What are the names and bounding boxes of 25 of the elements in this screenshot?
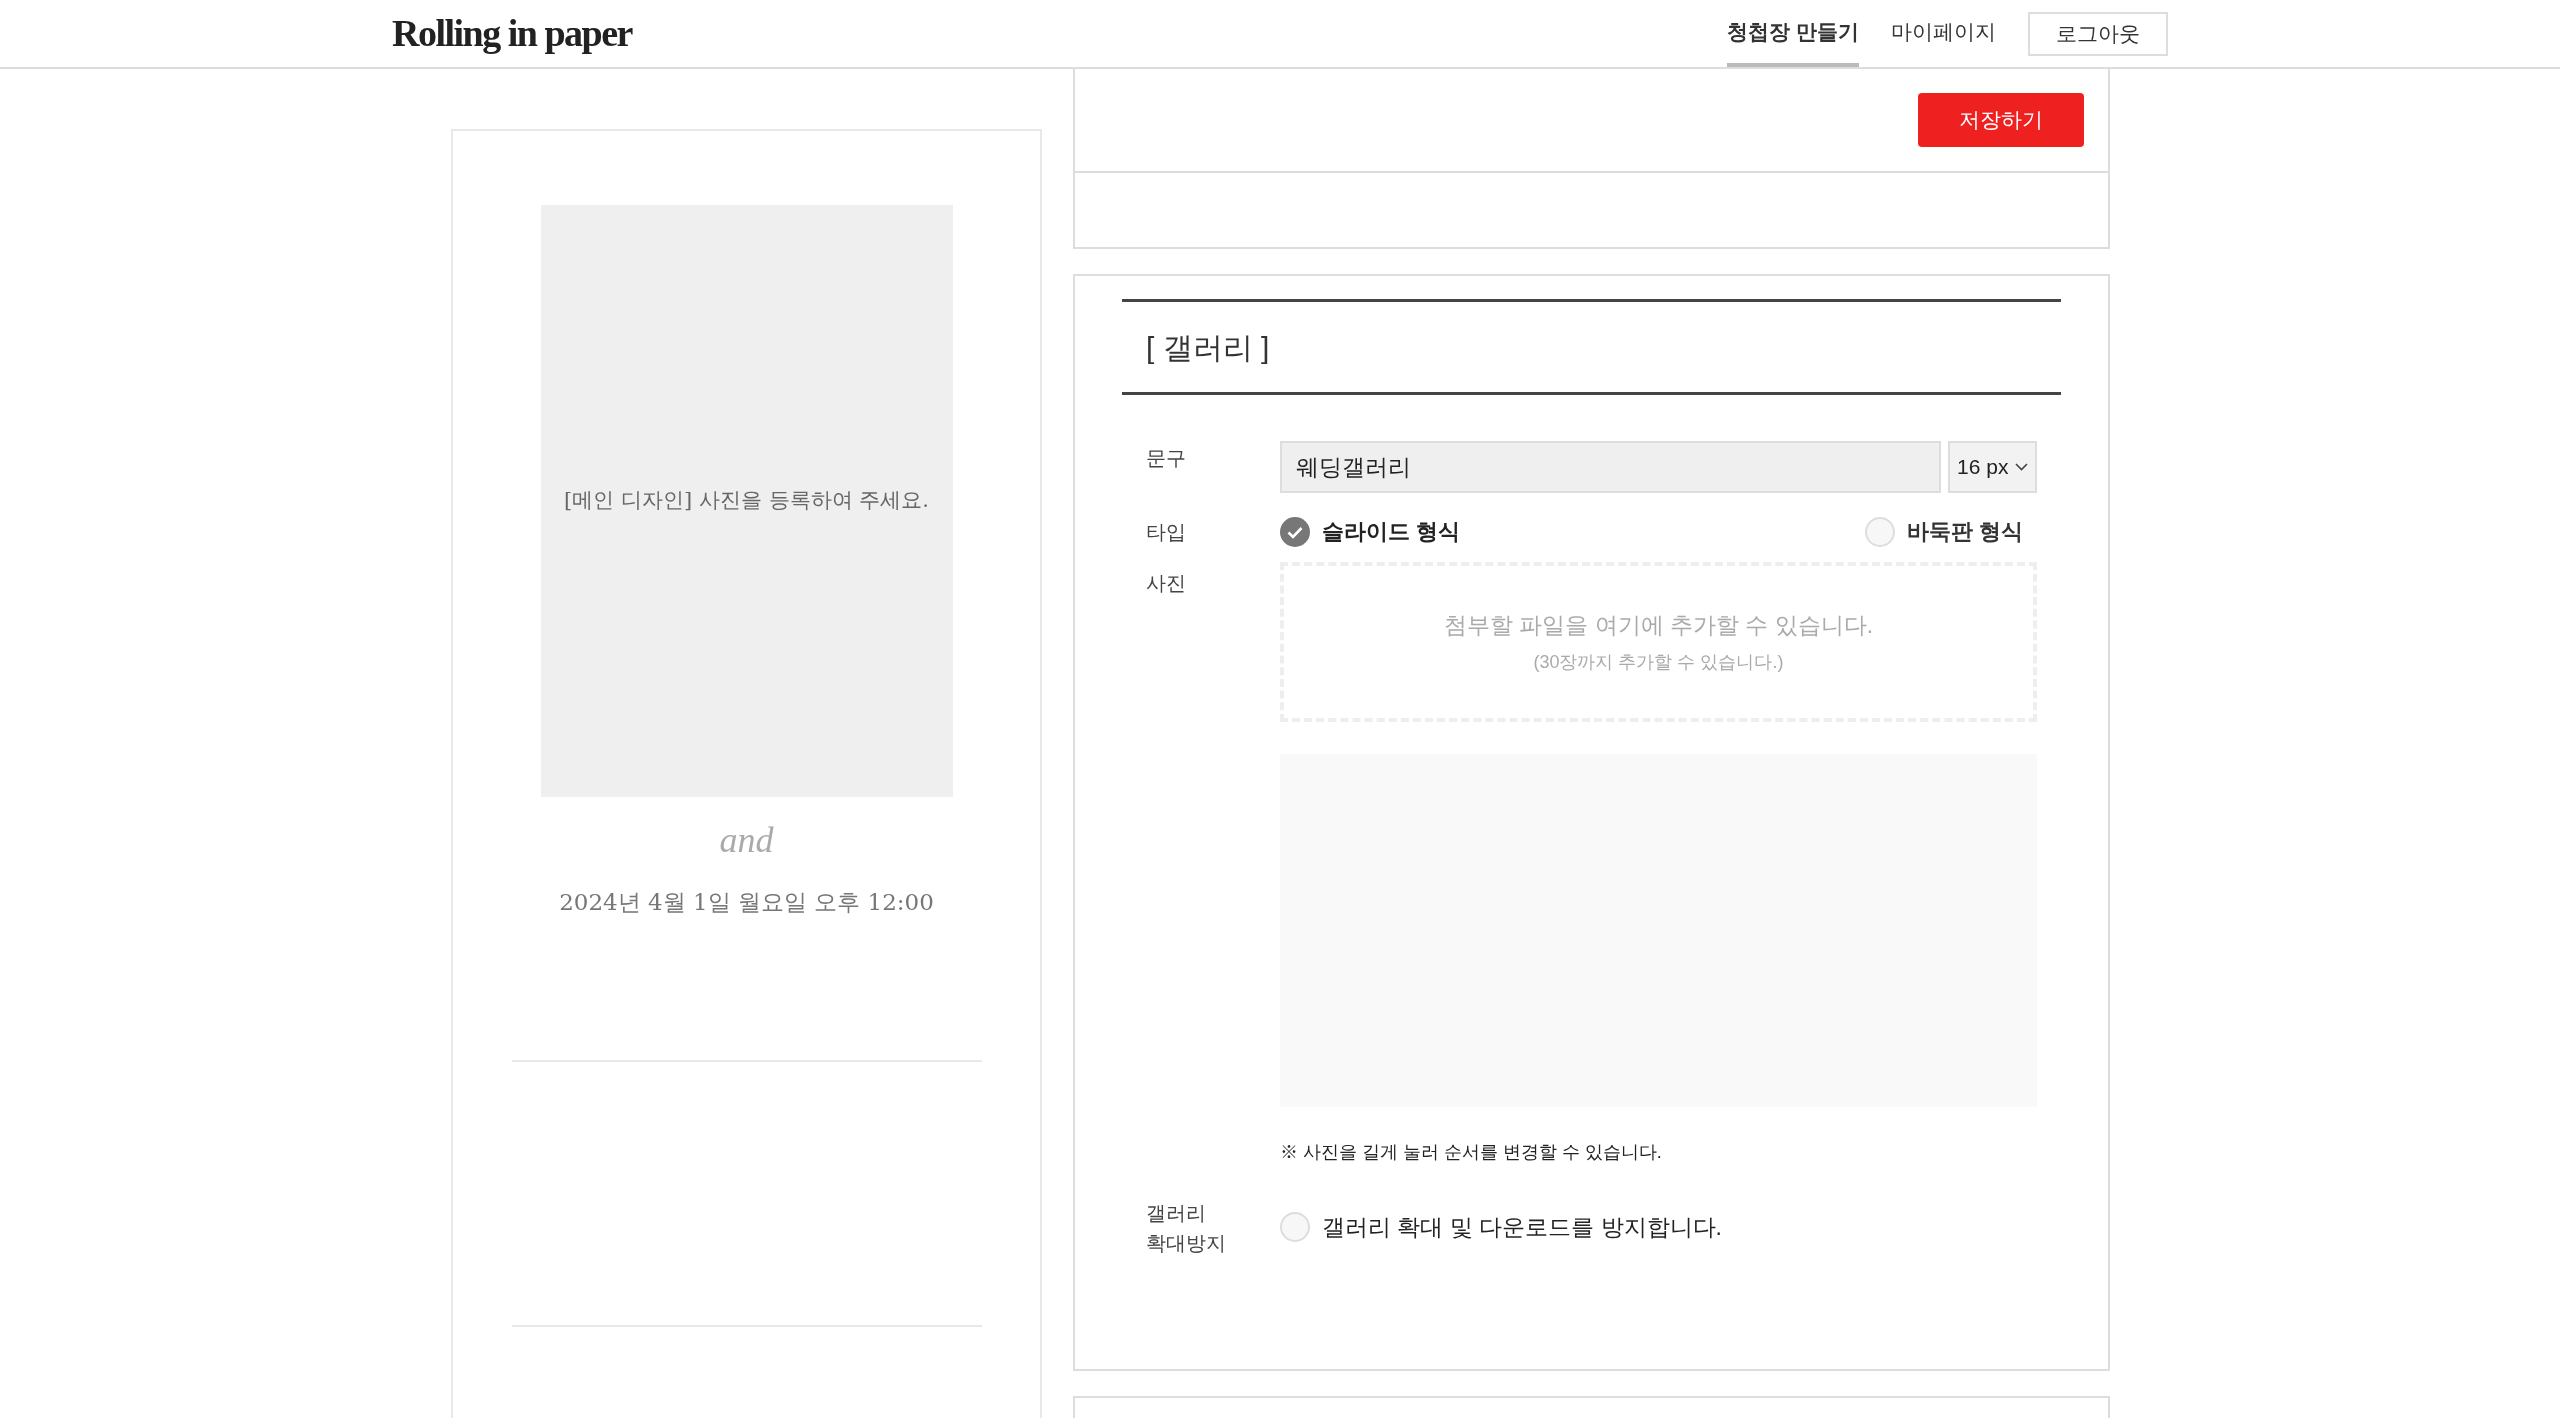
and-text: and: [719, 819, 774, 862]
phrase-input[interactable]: 웨딩갤러리: [1279, 441, 1942, 493]
field-label: 문구: [1146, 446, 1187, 471]
placeholder-text: [메인 디자인] 사진을 등록하여 주세요.: [564, 487, 929, 515]
nav-link[interactable]: 마이페이지: [1891, 0, 1996, 67]
dropzone-hint: (30장까지 추가할 수 있습니다.): [1533, 650, 1784, 674]
radio-label[interactable]: 바둑판 형식: [1906, 515, 2023, 548]
checkbox-label[interactable]: 갤러리 확대 및 다운로드를 방지합니다.: [1322, 1210, 1722, 1245]
date-text: 2024년 4월 1일 월요일 오후 12:00: [559, 888, 934, 917]
field-label: 확대방지: [1146, 1231, 1227, 1256]
dropzone-text: 첨부할 파일을 여기에 추가할 수 있습니다.: [1443, 611, 1874, 641]
nav-link[interactable]: 청첩장 만들기: [1727, 0, 1859, 67]
field-label: 갤러리: [1146, 1201, 1207, 1226]
reorder-note: ※ 사진을 길게 눌러 순서를 변경할 수 있습니다.: [1279, 1141, 1663, 1164]
field-label: 타입: [1146, 519, 1187, 545]
radio-label[interactable]: 슬라이드 형식: [1322, 515, 1461, 548]
logo[interactable]: Rolling in paper: [392, 5, 632, 62]
field-label: 사진: [1146, 571, 1187, 596]
chevron-down-icon: [2015, 463, 2028, 471]
section-title: [ 갤러리 ]: [1146, 329, 1270, 366]
save-button[interactable]: 저장하기: [1918, 93, 2084, 147]
check-circle-icon[interactable]: [1280, 516, 1310, 547]
photo-placeholder[interactable]: [메인 디자인] 사진을 등록하여 주세요.: [540, 205, 953, 797]
logout-button[interactable]: 로그아웃: [2028, 11, 2168, 56]
size-select[interactable]: 16 px: [1948, 441, 2037, 493]
